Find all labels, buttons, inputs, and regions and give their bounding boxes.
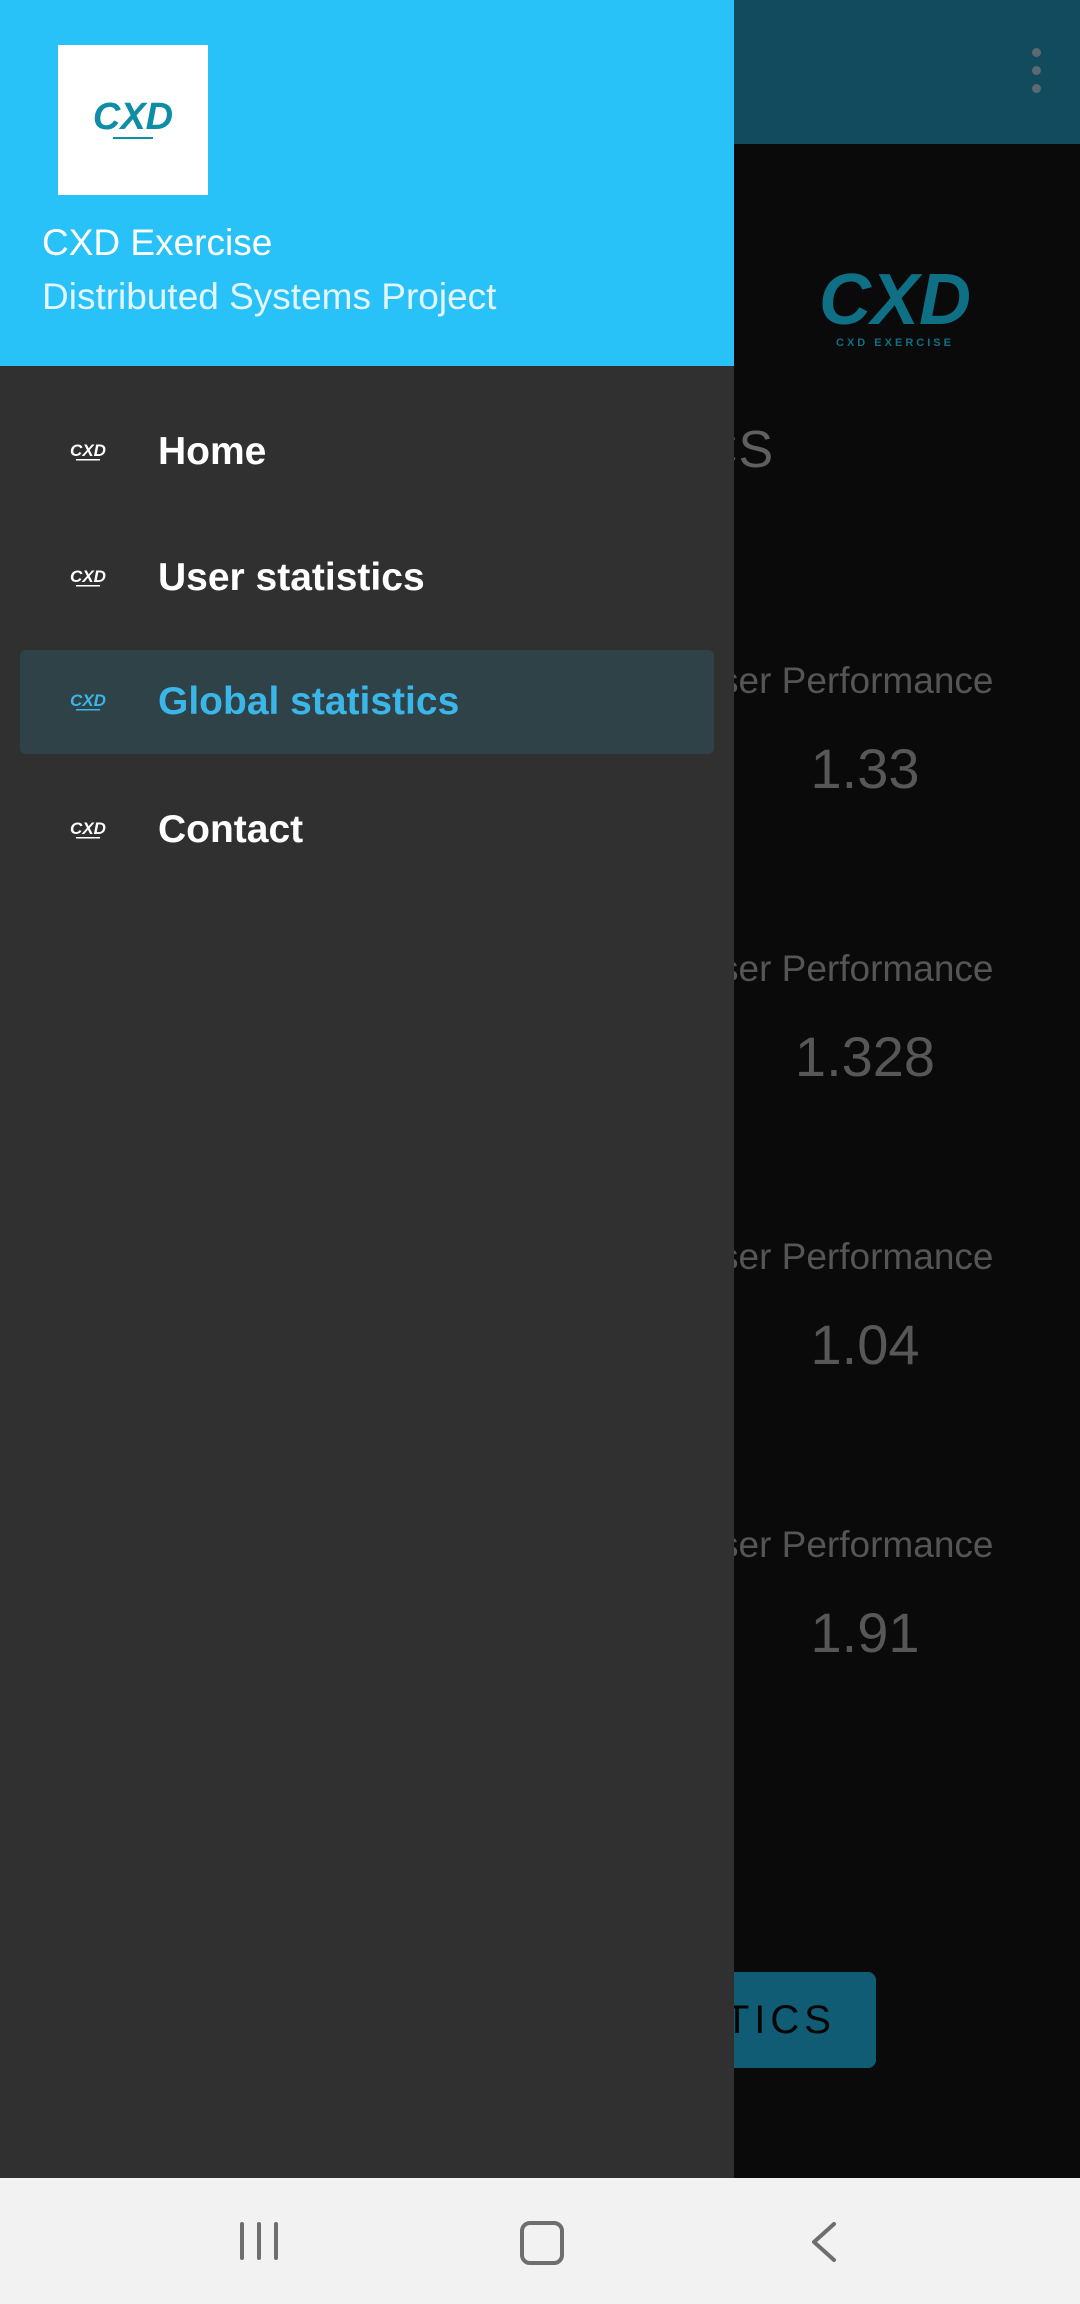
statistics-button-label: TICS [724,1998,836,2042]
svg-text:CXD: CXD [70,691,106,710]
cxd-logo: CXD CXD EXERCISE [800,260,990,350]
svg-text:CXD: CXD [70,441,106,460]
svg-text:CXD: CXD [819,262,971,340]
logo-caption: CXD EXERCISE [836,337,954,349]
back-icon[interactable] [808,2220,838,2264]
recent-apps-icon[interactable] [240,2222,280,2260]
stat-value: 1.33 [810,737,920,800]
stat-value: 1.328 [794,1025,936,1088]
nav-item-label: Contact [158,808,304,851]
stat-label: ser Performance [720,1524,994,1565]
nav-item-label: Home [158,430,267,473]
stat-label: ser Performance [720,660,994,701]
nav-item-user-statistics[interactable]: CXD User statistics [20,526,714,630]
svg-text:CXD: CXD [70,567,106,586]
svg-text:CXD: CXD [93,96,173,138]
navigation-drawer: CXD CXD Exercise Distributed Systems Pro… [0,0,734,2178]
cxd-logo-icon: CXD [68,818,108,840]
drawer-header: CXD CXD Exercise Distributed Systems Pro… [0,0,734,366]
stat-label: ser Performance [720,1236,994,1277]
cxd-logo-icon: CXD [68,690,108,712]
cxd-logo-icon: CXD [68,566,108,588]
system-navigation-bar [0,2178,1080,2304]
stat-value: 1.04 [810,1313,920,1376]
drawer-title: CXD Exercise [42,222,273,263]
cxd-logo-icon: CXD [68,440,108,462]
stat-label: ser Performance [720,948,994,989]
nav-item-global-statistics[interactable]: CXD Global statistics [20,650,714,754]
stat-value: 1.91 [810,1601,920,1664]
nav-item-label: Global statistics [158,680,460,723]
svg-text:CXD: CXD [70,819,106,838]
drawer-subtitle: Distributed Systems Project [42,276,497,317]
nav-item-home[interactable]: CXD Home [20,400,714,504]
overflow-menu-icon[interactable] [1032,48,1042,98]
nav-item-contact[interactable]: CXD Contact [20,778,714,882]
app-logo: CXD [58,45,208,195]
nav-item-label: User statistics [158,556,425,599]
home-icon[interactable] [520,2221,564,2265]
